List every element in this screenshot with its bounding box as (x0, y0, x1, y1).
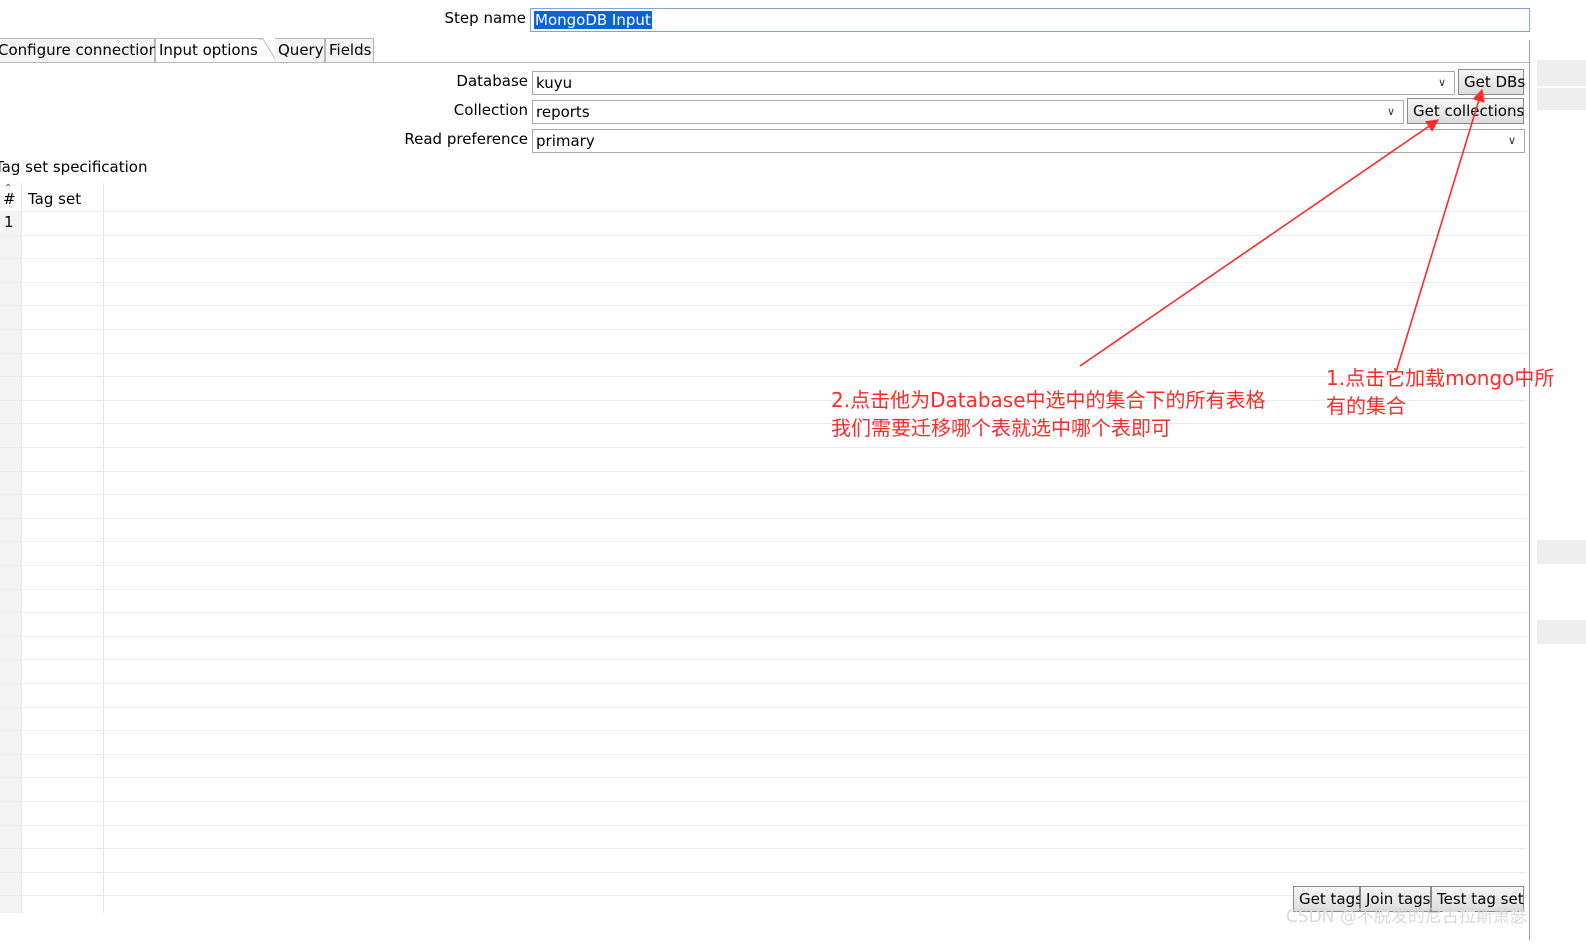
annotation-note-1: 1.点击它加载mongo中所 有的集合 (1326, 364, 1554, 420)
watermark: CSDN @不脱发的尼古拉斯萧瑟 (1286, 907, 1527, 927)
annotation-arrows (1079, 88, 1485, 373)
arrow-to-get-dbs (1395, 88, 1485, 373)
annotation-note-2: 2.点击他为Database中选中的集合下的所有表格 我们需要迁移哪个表就选中哪… (831, 386, 1266, 442)
annotation-note-2-line2: 我们需要迁移哪个表就选中哪个表即可 (831, 416, 1171, 440)
annotation-note-1-line1: 1.点击它加载mongo中所 (1326, 366, 1555, 390)
arrow-to-get-collections (1079, 119, 1440, 367)
annotation-note-2-line1: 2.点击他为Database中选中的集合下的所有表格 (831, 388, 1266, 412)
annotation-note-1-line2: 有的集合 (1326, 394, 1406, 418)
